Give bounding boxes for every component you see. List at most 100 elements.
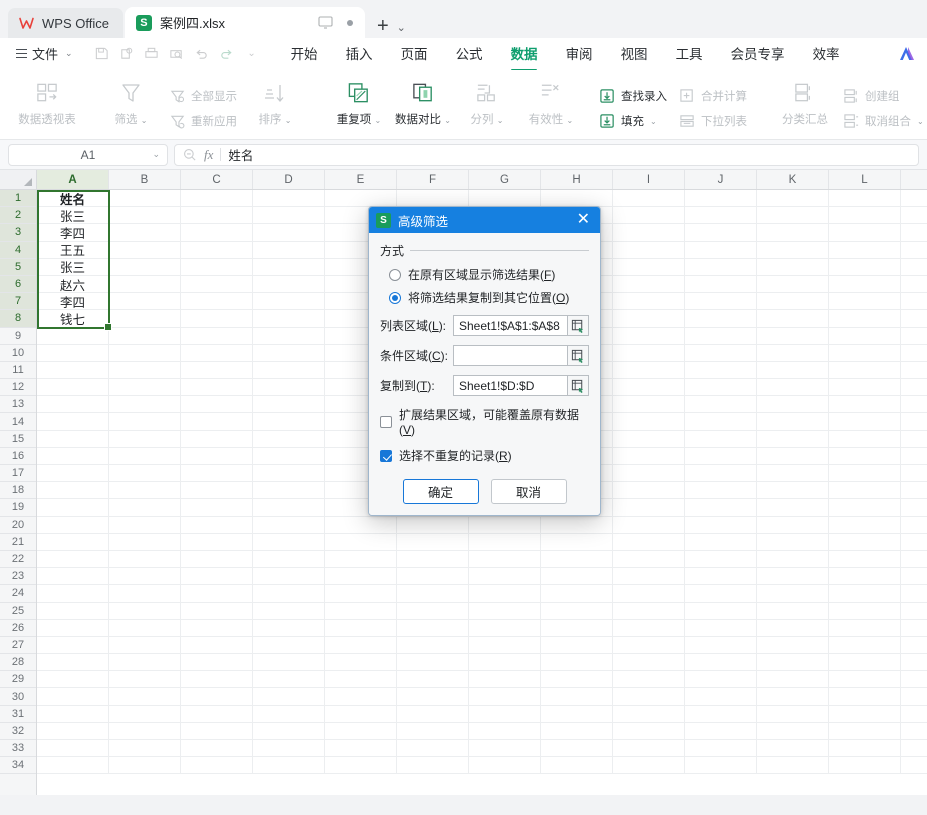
cell-H30[interactable] xyxy=(541,688,613,705)
cell-D3[interactable] xyxy=(253,224,325,241)
cell-G21[interactable] xyxy=(469,533,541,550)
row-header[interactable]: 24 xyxy=(0,585,36,603)
cell-J26[interactable] xyxy=(685,619,757,636)
cell-B33[interactable] xyxy=(109,740,181,757)
cell-E33[interactable] xyxy=(325,740,397,757)
ungroup-button[interactable]: 取消组合 ⌄ xyxy=(838,110,927,133)
cell-G30[interactable] xyxy=(469,688,541,705)
cell-C4[interactable] xyxy=(181,241,253,258)
row-header[interactable]: 18 xyxy=(0,482,36,500)
ok-button[interactable]: 确定 xyxy=(402,479,479,504)
row-header[interactable]: 6 xyxy=(0,275,36,294)
cell-F29[interactable] xyxy=(397,671,469,688)
cell-I13[interactable] xyxy=(613,396,685,413)
cell-C24[interactable] xyxy=(181,585,253,602)
cell-C20[interactable] xyxy=(181,516,253,533)
cell-L22[interactable] xyxy=(829,550,901,568)
cell-D27[interactable] xyxy=(253,636,325,654)
cell-B29[interactable] xyxy=(109,671,181,688)
tab-开始[interactable]: 开始 xyxy=(277,38,332,69)
filter-button[interactable]: 筛选 ⌄ xyxy=(100,74,162,139)
row-header[interactable]: 2 xyxy=(0,207,36,225)
cell-B26[interactable] xyxy=(109,619,181,636)
cell-J6[interactable] xyxy=(685,275,757,293)
cell-D14[interactable] xyxy=(253,413,325,430)
cell-D2[interactable] xyxy=(253,207,325,224)
show-all-button[interactable]: 全部显示 xyxy=(164,85,242,108)
cell-L11[interactable] xyxy=(829,361,901,379)
cell-K13[interactable] xyxy=(757,396,829,413)
cell-A15[interactable] xyxy=(37,430,109,447)
cell-I2[interactable] xyxy=(613,207,685,224)
monitor-icon[interactable] xyxy=(318,16,333,29)
cell-H1[interactable] xyxy=(541,190,613,207)
row-header[interactable]: 33 xyxy=(0,740,36,758)
document-tab[interactable]: S 案例四.xlsx xyxy=(124,7,365,38)
tab-工具[interactable]: 工具 xyxy=(662,38,717,69)
row-header[interactable]: 26 xyxy=(0,620,36,637)
cell-D10[interactable] xyxy=(253,344,325,361)
cell-B13[interactable] xyxy=(109,396,181,413)
cell-C32[interactable] xyxy=(181,722,253,739)
column-header-F[interactable]: F xyxy=(397,170,469,189)
cell-I31[interactable] xyxy=(613,705,685,722)
subtotal-button[interactable]: 分类汇总 xyxy=(774,74,836,139)
row-header[interactable]: 1 xyxy=(0,190,36,208)
cell-G24[interactable] xyxy=(469,585,541,602)
cell-E25[interactable] xyxy=(325,602,397,619)
cell-C19[interactable] xyxy=(181,499,253,516)
cell-A17[interactable] xyxy=(37,465,109,482)
cell-B3[interactable] xyxy=(109,224,181,241)
cell-L16[interactable] xyxy=(829,447,901,464)
cell-J33[interactable] xyxy=(685,740,757,757)
cell-L25[interactable] xyxy=(829,602,901,619)
row-header[interactable]: 11 xyxy=(0,362,36,380)
print-preview-icon[interactable] xyxy=(166,43,188,65)
cell-K19[interactable] xyxy=(757,499,829,516)
cell-A22[interactable] xyxy=(37,550,109,568)
cell-K24[interactable] xyxy=(757,585,829,602)
select-all-corner[interactable] xyxy=(0,170,37,189)
cell-F28[interactable] xyxy=(397,654,469,671)
cell-F33[interactable] xyxy=(397,740,469,757)
tab-数据[interactable]: 数据 xyxy=(497,38,552,69)
duplicate-button[interactable]: 重复项 ⌄ xyxy=(328,74,390,139)
cell-D33[interactable] xyxy=(253,740,325,757)
cell-B10[interactable] xyxy=(109,344,181,361)
cell-G32[interactable] xyxy=(469,722,541,739)
cell-L8[interactable] xyxy=(829,310,901,327)
cell-B16[interactable] xyxy=(109,447,181,464)
cell-B34[interactable] xyxy=(109,757,181,774)
cell-J2[interactable] xyxy=(685,207,757,224)
cell-B4[interactable] xyxy=(109,241,181,258)
find-zoom-icon[interactable] xyxy=(183,148,197,162)
cell-B22[interactable] xyxy=(109,550,181,568)
row-header[interactable]: 8 xyxy=(0,310,36,328)
cell-K29[interactable] xyxy=(757,671,829,688)
cell-E30[interactable] xyxy=(325,688,397,705)
range-picker-icon[interactable] xyxy=(568,375,589,396)
cell-K3[interactable] xyxy=(757,224,829,241)
cell-F22[interactable] xyxy=(397,550,469,568)
cell-D19[interactable] xyxy=(253,499,325,516)
cell-C2[interactable] xyxy=(181,207,253,224)
cell-F30[interactable] xyxy=(397,688,469,705)
cell-A16[interactable] xyxy=(37,447,109,464)
cell-C26[interactable] xyxy=(181,619,253,636)
cell-H33[interactable] xyxy=(541,740,613,757)
cell-B20[interactable] xyxy=(109,516,181,533)
lookup-entry-button[interactable]: 查找录入 xyxy=(594,85,672,108)
cell-L26[interactable] xyxy=(829,619,901,636)
cell-A8[interactable]: 钱七 xyxy=(37,310,109,327)
cell-L24[interactable] xyxy=(829,585,901,602)
cell-F32[interactable] xyxy=(397,722,469,739)
cell-J9[interactable] xyxy=(685,327,757,344)
cell-J18[interactable] xyxy=(685,482,757,499)
cell-H29[interactable] xyxy=(541,671,613,688)
cell-D34[interactable] xyxy=(253,757,325,774)
row-header[interactable]: 14 xyxy=(0,413,36,431)
cell-C5[interactable] xyxy=(181,258,253,275)
cell-I29[interactable] xyxy=(613,671,685,688)
file-menu-button[interactable]: 文件 ⌄ xyxy=(10,44,79,63)
cell-L19[interactable] xyxy=(829,499,901,516)
